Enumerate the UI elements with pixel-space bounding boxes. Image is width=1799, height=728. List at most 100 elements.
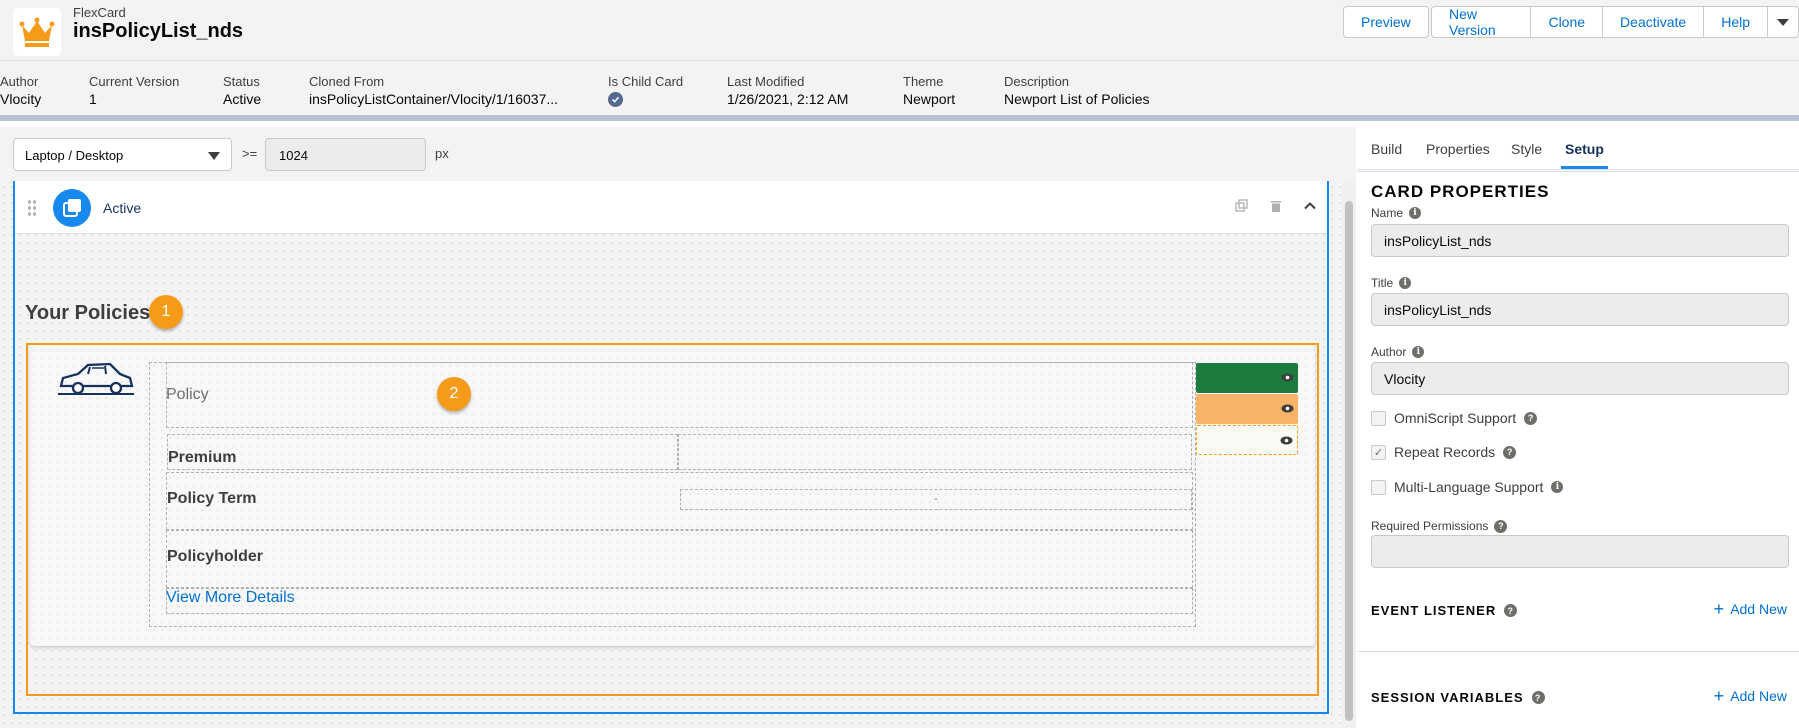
info-icon[interactable]: i bbox=[1399, 277, 1412, 289]
add-event-listener-button[interactable]: + Add New bbox=[1713, 599, 1787, 619]
omniscript-support-checkbox[interactable] bbox=[1371, 410, 1386, 426]
policy-card[interactable]: Policy 2 Premium Policy Term - Policyhol… bbox=[30, 346, 1315, 646]
premium-field-outline bbox=[167, 434, 678, 470]
action-button-orange[interactable] bbox=[1196, 394, 1298, 424]
author-label-text: Author bbox=[1371, 345, 1407, 359]
author-input[interactable]: Vlocity bbox=[1371, 362, 1789, 395]
page-title: insPolicyList_nds bbox=[73, 20, 244, 42]
more-actions-button[interactable] bbox=[1767, 6, 1799, 38]
required-permissions-input[interactable] bbox=[1371, 535, 1789, 568]
view-more-details-link[interactable]: View More Details bbox=[166, 589, 295, 607]
author-label: Author i bbox=[1371, 345, 1425, 359]
meta-label: Description bbox=[1004, 74, 1070, 89]
add-new-label: Add New bbox=[1730, 601, 1787, 617]
action-button-light[interactable] bbox=[1196, 425, 1298, 455]
meta-description: Description Newport List of Policies bbox=[1004, 74, 1150, 107]
meta-value: 1 bbox=[89, 91, 97, 107]
meta-value: Vlocity bbox=[0, 91, 42, 107]
omniscript-support-label: OmniScript Support bbox=[1394, 410, 1517, 426]
help-icon[interactable]: ? bbox=[1503, 445, 1517, 459]
name-input[interactable]: insPolicyList_nds bbox=[1371, 224, 1789, 257]
viewport-width-input[interactable]: 1024 bbox=[265, 138, 426, 171]
state-icon bbox=[53, 189, 91, 227]
panel-tabs: Build Properties Style Setup bbox=[1357, 127, 1799, 170]
name-label-text: Name bbox=[1371, 206, 1404, 220]
eye-icon[interactable] bbox=[1281, 373, 1294, 385]
multi-language-label: Multi-Language Support bbox=[1394, 479, 1544, 495]
help-icon[interactable]: ? bbox=[1504, 604, 1518, 617]
multi-language-checkbox[interactable] bbox=[1371, 479, 1386, 495]
meta-label: Current Version bbox=[89, 74, 180, 89]
plus-icon: + bbox=[1713, 599, 1725, 619]
meta-value: insPolicyListContainer/Vlocity/1/16037..… bbox=[309, 91, 559, 107]
unit-label: px bbox=[435, 146, 449, 161]
eye-icon[interactable] bbox=[1281, 404, 1294, 416]
chevron-up-icon[interactable] bbox=[1303, 199, 1317, 218]
title-label: Title i bbox=[1371, 276, 1412, 290]
title-input[interactable]: insPolicyList_nds bbox=[1371, 293, 1789, 326]
eye-icon[interactable] bbox=[1280, 436, 1293, 448]
card-meta-bar: Author Vlocity Current Version 1 Status … bbox=[0, 61, 1799, 121]
deactivate-button[interactable]: Deactivate bbox=[1602, 6, 1705, 38]
meta-label: Theme bbox=[903, 74, 944, 89]
info-icon[interactable]: i bbox=[1409, 207, 1422, 219]
meta-last-modified: Last Modified 1/26/2021, 2:12 AM bbox=[727, 74, 848, 107]
info-icon[interactable]: i bbox=[1412, 346, 1425, 358]
state-actions bbox=[1235, 199, 1317, 218]
crown-icon bbox=[13, 8, 61, 56]
new-version-button[interactable]: New Version bbox=[1431, 6, 1532, 38]
meta-label: Is Child Card bbox=[608, 74, 684, 89]
device-select-value: Laptop / Desktop bbox=[25, 148, 124, 163]
view-more-outline bbox=[166, 588, 1193, 614]
tab-build[interactable]: Build bbox=[1371, 141, 1402, 157]
page-header: FlexCard insPolicyList_nds Preview New V… bbox=[0, 0, 1799, 61]
name-label: Name i bbox=[1371, 206, 1422, 220]
premium-value-outline bbox=[678, 434, 1192, 470]
canvas-scrollbar[interactable] bbox=[1342, 181, 1356, 728]
panel-divider bbox=[1357, 171, 1799, 172]
policy-term-label: Policy Term bbox=[167, 490, 257, 507]
session-variables-heading: SESSION VARIABLES ? bbox=[1371, 690, 1545, 705]
device-select[interactable]: Laptop / Desktop bbox=[13, 138, 232, 171]
state-header[interactable]: Active bbox=[15, 181, 1327, 234]
repeat-records-label: Repeat Records bbox=[1394, 444, 1496, 460]
info-icon[interactable]: i bbox=[1551, 481, 1564, 493]
title-label-text: Title bbox=[1371, 276, 1394, 290]
clone-button[interactable]: Clone bbox=[1530, 6, 1604, 38]
help-icon[interactable]: ? bbox=[1531, 691, 1545, 704]
scrollbar-thumb[interactable] bbox=[1345, 201, 1353, 721]
meta-cloned-from: Cloned From insPolicyListContainer/Vloci… bbox=[309, 74, 558, 107]
callout-badge-2: 2 bbox=[437, 377, 471, 411]
drag-handle-icon[interactable] bbox=[27, 199, 37, 217]
policyholder-outline bbox=[166, 530, 1193, 588]
required-permissions-text: Required Permissions bbox=[1371, 519, 1489, 533]
plus-icon: + bbox=[1713, 686, 1725, 706]
meta-value: Newport bbox=[903, 91, 956, 107]
multi-language-row: Multi-Language Support i bbox=[1371, 479, 1564, 495]
event-listener-heading: EVENT LISTENER ? bbox=[1371, 603, 1518, 618]
card-properties-title: CARD PROPERTIES bbox=[1371, 182, 1550, 201]
copy-icon[interactable] bbox=[1235, 199, 1249, 218]
repeat-records-checkbox[interactable]: ✓ bbox=[1371, 444, 1386, 460]
event-listener-label: EVENT LISTENER bbox=[1371, 603, 1497, 618]
tab-properties[interactable]: Properties bbox=[1426, 141, 1490, 157]
help-button[interactable]: Help bbox=[1703, 6, 1768, 38]
action-button-green[interactable] bbox=[1196, 363, 1298, 393]
help-icon[interactable]: ? bbox=[1494, 519, 1508, 533]
add-session-variable-button[interactable]: + Add New bbox=[1713, 686, 1787, 706]
meta-version: Current Version 1 bbox=[89, 74, 179, 107]
preview-button[interactable]: Preview bbox=[1343, 6, 1429, 38]
meta-value: 1/26/2021, 2:12 AM bbox=[727, 91, 849, 107]
chevron-down-icon bbox=[1777, 18, 1789, 26]
help-icon[interactable]: ? bbox=[1524, 411, 1538, 425]
callout-badge-1: 1 bbox=[149, 295, 183, 329]
tab-style[interactable]: Style bbox=[1511, 141, 1542, 157]
delete-icon[interactable] bbox=[1269, 199, 1283, 218]
meta-theme: Theme Newport bbox=[903, 74, 955, 107]
tab-setup[interactable]: Setup bbox=[1561, 141, 1608, 169]
policy-field-label: Policy bbox=[166, 386, 209, 403]
properties-panel: Build Properties Style Setup CARD PROPER… bbox=[1357, 127, 1799, 728]
meta-author: Author Vlocity bbox=[0, 74, 41, 107]
car-icon bbox=[58, 358, 134, 403]
policy-term-value: - bbox=[680, 489, 1192, 510]
